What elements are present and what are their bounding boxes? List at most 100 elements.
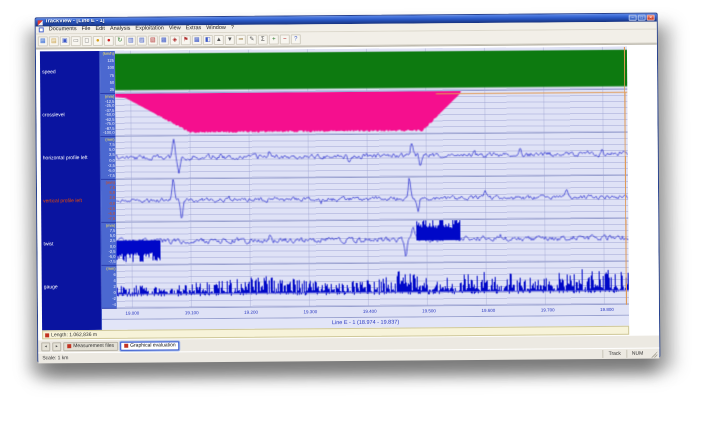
print-preview-icon[interactable]: ◻ — [82, 36, 92, 46]
x-axis-tick: 19.600 — [481, 309, 495, 314]
tab-measurement-files[interactable]: Measurement files — [63, 341, 118, 350]
edit-icon[interactable]: ✎ — [247, 34, 257, 44]
channel-canvas-gauge — [117, 262, 629, 308]
channel-plot-vertical-profile-left[interactable] — [116, 176, 628, 223]
tab-label: Measurement files — [73, 343, 114, 348]
plot-area[interactable] — [115, 47, 629, 309]
status-num-cell: NUM — [626, 350, 648, 358]
axis-unit-speed: (km/h) — [103, 52, 114, 56]
axis-twist: (mm)7,55,02,50,0-2,5-5,0-7,5 — [101, 223, 116, 266]
overlay-view-icon[interactable]: ▧ — [148, 35, 158, 45]
channel-label-twist: twist — [41, 223, 100, 266]
tab-scroll-left-button[interactable]: ◂ — [41, 342, 50, 351]
tab-label: Graphical evaluation — [130, 343, 176, 348]
channel-plot-speed[interactable] — [115, 47, 627, 94]
chart-document: speedcrosslevelhorizontal profile leftve… — [40, 47, 629, 340]
line-section-label: Line E - 1 (18.974 - 19.837) — [332, 320, 399, 327]
status-scale-text: Scale: 1 km — [40, 351, 602, 361]
x-axis-tick: 19.200 — [244, 311, 258, 316]
open-folder-icon[interactable]: ▤ — [49, 36, 59, 46]
app-window: TrackView - [Line E - 1] –□✕ DocumentsFi… — [35, 13, 661, 363]
channel-plot-horizontal-profile-left[interactable] — [116, 133, 628, 180]
x-axis-tick: 19.000 — [126, 312, 140, 317]
ruler-icon[interactable]: ═ — [236, 34, 246, 44]
document-icon[interactable] — [39, 27, 44, 32]
axis-tick: -7,5 — [108, 174, 115, 178]
tab-graphical-evaluation[interactable]: Graphical evaluation — [120, 341, 180, 350]
window-controls: –□✕ — [628, 15, 655, 21]
save-icon[interactable]: ▣ — [60, 36, 70, 46]
move-up-icon[interactable]: ▲ — [214, 34, 224, 44]
axis-vertical-profile-left: (mm)7,55,02,50,0-2,5-5,0-7,5 — [101, 180, 116, 223]
workspace: speedcrosslevelhorizontal profile leftve… — [36, 44, 659, 341]
length-info-text: Length: 1.062,836 m — [51, 331, 97, 337]
x-axis-tick: 19.500 — [422, 309, 436, 314]
menu-?[interactable]: ? — [231, 26, 234, 32]
zoom-out-icon[interactable]: − — [280, 34, 290, 44]
table-view-icon[interactable]: ▥ — [126, 35, 136, 45]
stop-icon[interactable]: ● — [104, 35, 114, 45]
print-icon[interactable]: ▭ — [71, 36, 81, 46]
minimize-button[interactable]: – — [629, 15, 637, 21]
axis-tick: 0,0 — [110, 201, 116, 205]
x-axis-tick: 19.700 — [541, 308, 555, 313]
axis-tick: -100,0 — [103, 131, 114, 135]
info-icon[interactable]: ● — [93, 35, 103, 45]
channel-label-panel: speedcrosslevelhorizontal profile leftve… — [40, 51, 102, 330]
grid-icon[interactable]: ▦ — [192, 35, 202, 45]
zoom-in-icon[interactable]: + — [269, 34, 279, 44]
resize-grip[interactable] — [650, 350, 657, 357]
menu-file[interactable]: File — [82, 27, 91, 33]
menu-documents[interactable]: Documents — [49, 27, 77, 33]
axis-tick: 50 — [110, 81, 114, 85]
channel-canvas-horizontal-profile-left — [116, 133, 628, 179]
channel-plot-twist[interactable] — [116, 219, 628, 266]
move-down-icon[interactable]: ▼ — [225, 34, 235, 44]
x-axis-tick: 19.800 — [600, 308, 614, 313]
axis-tick: 0,0 — [109, 158, 115, 162]
status-track-cell: Track — [603, 350, 626, 358]
axis-tick: -7,5 — [108, 217, 115, 221]
axis-tick: -2 — [112, 297, 116, 301]
channel-canvas-crosslevel — [115, 90, 627, 136]
axis-tick: 125 — [107, 59, 114, 63]
channel-plot-crosslevel[interactable] — [115, 90, 627, 137]
axis-tick: 2,5 — [109, 196, 115, 200]
channel-label-gauge: gauge — [42, 266, 101, 309]
menu-extras[interactable]: Extras — [186, 26, 202, 32]
new-view-icon[interactable]: ▦ — [38, 36, 48, 46]
menu-analysis[interactable]: Analysis — [110, 26, 131, 32]
menu-view[interactable]: View — [169, 26, 181, 32]
help-box-icon[interactable]: ? — [291, 34, 301, 44]
axis-gauge: (mm)6420-2-4 — [102, 266, 117, 309]
channel-label-speed: speed — [40, 51, 99, 94]
refresh-icon[interactable]: ↻ — [115, 35, 125, 45]
x-axis-tick: 19.400 — [363, 310, 377, 315]
flag-icon[interactable]: ⚑ — [181, 35, 191, 45]
axis-horizontal-profile-left: (mm)7,55,02,50,0-2,5-5,0-7,5 — [101, 137, 116, 180]
axis-tick: -7,5 — [109, 260, 116, 264]
axis-unit-gauge: (mm) — [106, 267, 115, 271]
sum-icon[interactable]: Σ — [258, 34, 268, 44]
length-marker-icon — [45, 333, 49, 337]
section-view-icon[interactable]: ▩ — [159, 35, 169, 45]
axis-tick: 0,0 — [110, 244, 116, 248]
axis-tick: 25 — [110, 88, 114, 92]
menu-edit[interactable]: Edit — [95, 27, 105, 33]
marker-icon[interactable]: ◈ — [170, 35, 180, 45]
axis-crosslevel: (mm)-12,5-25,0-37,5-50,0-62,5-75,0-87,5-… — [100, 94, 115, 137]
axis-tick: 2,5 — [110, 239, 116, 243]
axis-tick: 2,5 — [109, 153, 115, 157]
close-button[interactable]: ✕ — [647, 15, 655, 21]
menu-window[interactable]: Window — [206, 26, 226, 32]
channel-plot-gauge[interactable] — [117, 262, 629, 309]
chart-view-icon[interactable]: ▨ — [137, 35, 147, 45]
channel-canvas-speed — [115, 47, 627, 93]
tab-scroll-right-button[interactable]: ▸ — [52, 342, 61, 351]
x-axis-tick: 19.100 — [185, 311, 199, 316]
layers-icon[interactable]: ◧ — [203, 35, 213, 45]
app-icon — [38, 20, 43, 25]
maximize-button[interactable]: □ — [638, 15, 646, 21]
menu-exploitation[interactable]: Exploitation — [135, 26, 163, 32]
axis-tick: 2 — [114, 285, 116, 289]
